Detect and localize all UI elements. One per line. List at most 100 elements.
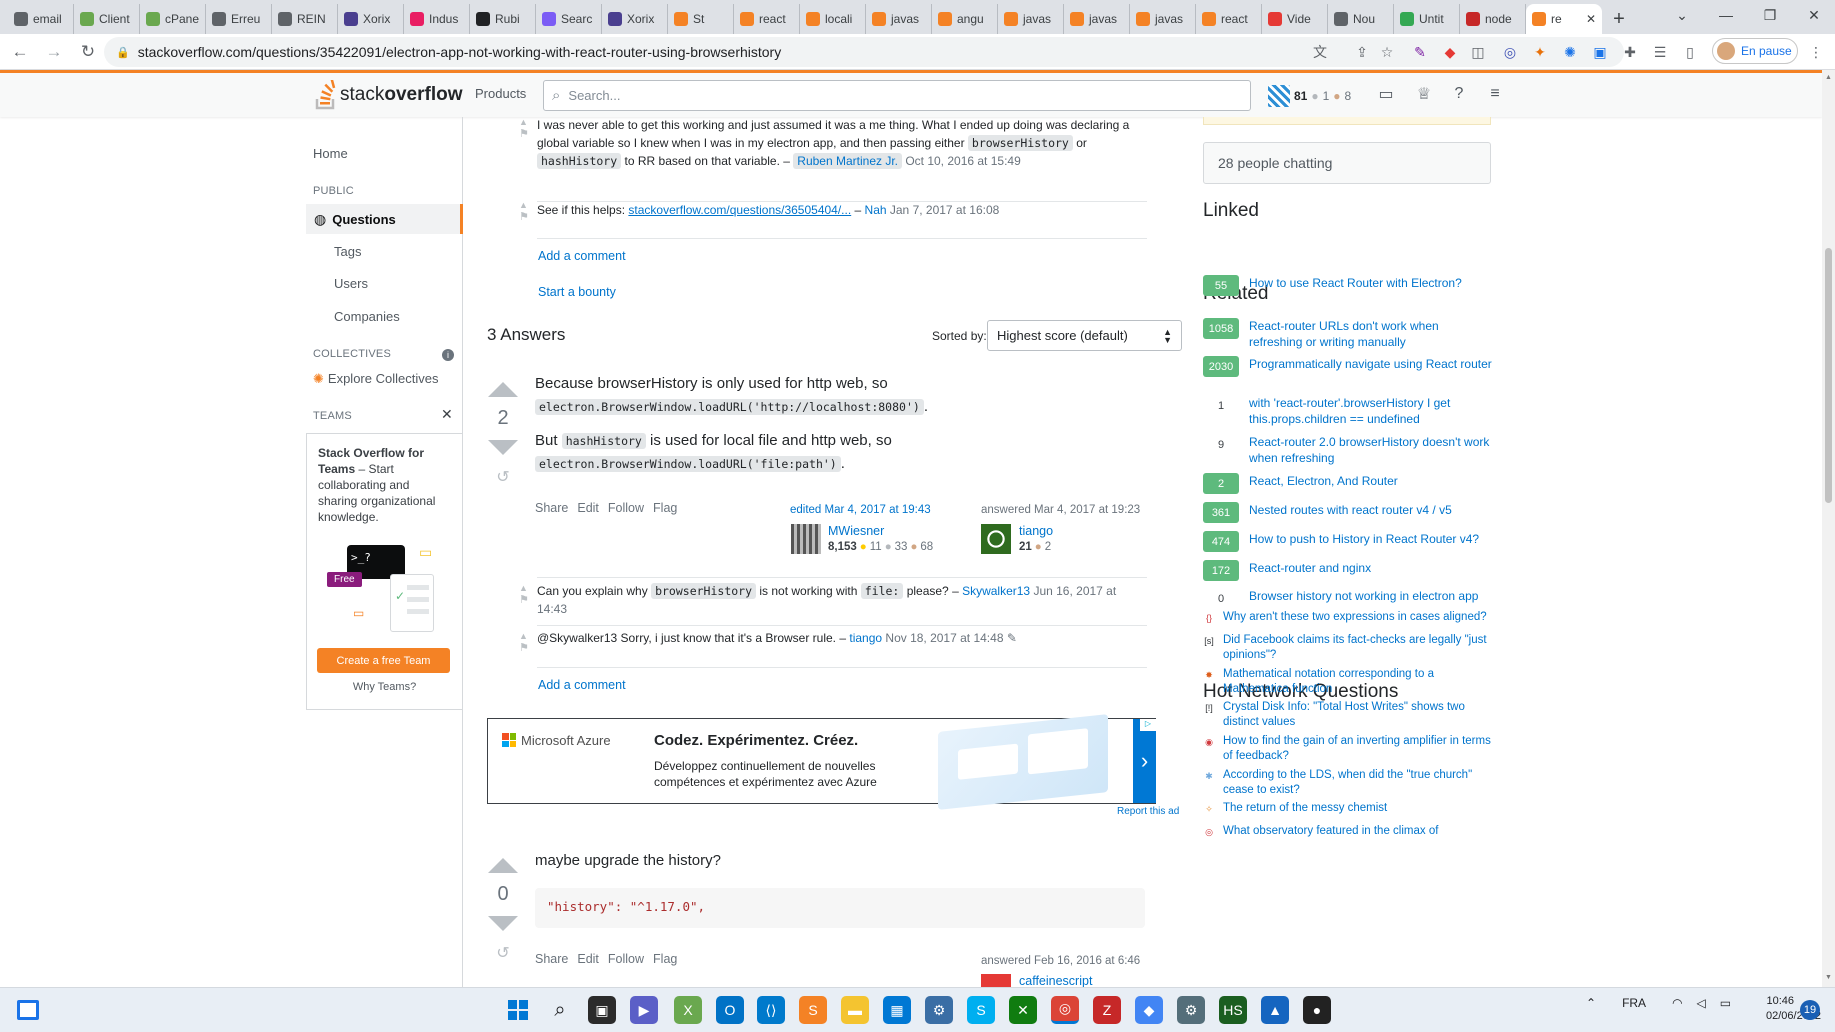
store-icon[interactable]: ▦ [883,996,911,1024]
achievements-trophy-icon[interactable]: ♕ [1413,83,1435,105]
hot-question-item[interactable]: ✱ According to the LDS, when did the "tru… [1203,768,1493,798]
browser-tab[interactable]: Vide [1262,4,1328,34]
help-icon[interactable]: ? [1448,83,1470,105]
question-link-item[interactable]: 1 with 'react-router'.browserHistory I ge… [1203,395,1493,427]
question-link[interactable]: Browser history not working in electron … [1249,588,1478,609]
author-name[interactable]: tiango [1019,524,1053,538]
bookmark-star-icon[interactable]: ☆ [1377,42,1397,62]
browser-tab[interactable]: Client [74,4,140,34]
sublime-icon[interactable]: S [799,996,827,1024]
user-reputation[interactable]: 81 ● 1 ● 8 [1268,85,1351,107]
nav-questions[interactable]: ◍ Questions [306,204,463,234]
reload-button[interactable]: ↻ [74,38,102,66]
close-teams-icon[interactable]: ✕ [441,406,453,423]
tab-search-icon[interactable]: ⌄ [1660,0,1704,30]
extension-badge-icon[interactable]: ◆ [1440,42,1460,62]
vscode-icon[interactable]: ⟨⟩ [757,996,785,1024]
skype-icon[interactable]: S [967,996,995,1024]
browser-tab[interactable]: email [8,4,74,34]
extension-gear-icon[interactable]: ✺ [1560,42,1580,62]
tray-chevron-icon[interactable]: ⌃ [1586,996,1596,1010]
editor-avatar[interactable] [791,524,821,554]
downvote-icon[interactable] [488,440,518,455]
question-link[interactable]: React-router URLs don't work when refres… [1249,318,1493,350]
chrome-icon[interactable]: ◎ [1051,996,1079,1024]
hot-question-item[interactable]: [!] Crystal Disk Info: "Total Host Writes… [1203,700,1493,730]
hot-question-link[interactable]: Crystal Disk Info: "Total Host Writes" s… [1223,700,1493,730]
question-link[interactable]: with 'react-router'.browserHistory I get… [1249,395,1493,427]
minimize-button[interactable]: — [1704,0,1748,30]
question-link-item[interactable]: 172 React-router and nginx [1203,560,1493,581]
comment-user-link[interactable]: tiango [849,631,882,645]
hot-question-link[interactable]: Mathematical notation corresponding to a… [1223,667,1493,697]
extensions-puzzle-icon[interactable]: ✚ [1620,42,1640,62]
translate-icon[interactable]: 文 [1310,42,1330,62]
start-bounty-link[interactable]: Start a bounty [538,285,616,299]
browser-tab[interactable]: react [734,4,800,34]
hot-question-link[interactable]: What observatory featured in the climax … [1223,824,1438,839]
hot-question-item[interactable]: [s] Did Facebook claims its fact-checks a… [1203,633,1493,663]
follow-link[interactable]: Follow [608,501,644,515]
hot-question-item[interactable]: ✧ The return of the messy chemist [1203,801,1493,816]
stackoverflow-logo[interactable]: stack overflow [314,80,462,110]
forward-button[interactable]: → [40,38,68,66]
azure-ad[interactable]: Microsoft Azure Codez. Expérimentez. Cré… [487,714,1156,810]
history-icon[interactable]: ↺ [483,943,523,963]
comment-date[interactable]: Nov 18, 2017 at 14:48 [882,631,1003,645]
question-link[interactable]: Programmatically navigate using React ro… [1249,356,1492,377]
create-free-team-button[interactable]: Create a free Team [317,648,450,673]
side-panel-icon[interactable]: ▯ [1680,42,1700,62]
browser-menu-icon[interactable]: ⋮ [1806,42,1826,62]
wifi-icon[interactable]: ◠ [1672,996,1682,1010]
volume-icon[interactable]: ◁ [1697,996,1706,1010]
nav-explore-collectives[interactable]: ✺ Explore Collectives [313,371,470,387]
sort-select[interactable]: Highest score (default) ▲ ▼ [987,320,1182,351]
hot-question-item[interactable]: ✸ Mathematical notation corresponding to … [1203,667,1493,697]
flag-link[interactable]: Flag [653,952,677,966]
collectives-info-icon[interactable]: i [442,349,454,361]
comment-link[interactable]: stackoverflow.com/questions/36505404/... [628,203,851,217]
extension-pen-icon[interactable]: ✎ [1410,42,1430,62]
extension-camera-icon[interactable]: ◫ [1468,42,1488,62]
browser-tab[interactable]: javas [1130,4,1196,34]
restore-button[interactable]: ❐ [1748,0,1792,30]
settings-icon[interactable]: ⚙ [1177,996,1205,1024]
browser-tab[interactable]: cPane [140,4,206,34]
edited-timestamp[interactable]: edited Mar 4, 2017 at 19:43 [790,504,931,516]
comment-date[interactable]: Oct 10, 2016 at 15:49 [902,154,1020,168]
author-avatar[interactable] [981,974,1011,987]
hot-question-link[interactable]: How to find the gain of an inverting amp… [1223,734,1493,764]
profile-button[interactable]: En pause [1712,38,1798,64]
browser-tab[interactable]: REIN [272,4,338,34]
scrollbar-thumb[interactable] [1825,248,1832,503]
spreadsheet-app-icon[interactable]: X [674,996,702,1024]
notification-count[interactable]: 19 [1800,1000,1820,1020]
comment-upvote-icon[interactable]: ▲ ⚑ [519,200,533,223]
page-scrollbar[interactable]: ▲ ▼ [1822,70,1835,987]
question-link-item[interactable]: 2 React, Electron, And Router [1203,473,1493,494]
browser-tab[interactable]: node [1460,4,1526,34]
tab-close-icon[interactable]: ✕ [1586,12,1596,26]
back-button[interactable]: ← [6,38,34,66]
flag-link[interactable]: Flag [653,501,677,515]
widgets-icon[interactable] [14,996,42,1024]
comment-user-link[interactable]: Skywalker13 [962,584,1030,598]
browser-tab[interactable]: Xorix [338,4,404,34]
author-name[interactable]: caffeinescript [1019,974,1092,987]
windows-start-icon[interactable] [504,996,532,1024]
browser-tab[interactable]: javas [1064,4,1130,34]
reading-list-icon[interactable]: ☰ [1650,42,1670,62]
question-link-item[interactable]: 474 How to push to History in React Route… [1203,531,1493,552]
hot-question-item[interactable]: {} Why aren't these two expressions in ca… [1203,610,1493,625]
comment-date[interactable]: Jan 7, 2017 at 16:08 [887,203,999,217]
adchoices-icon[interactable]: ▷ [1140,719,1156,731]
inbox-icon[interactable]: ▭ [1375,83,1397,105]
close-window-button[interactable]: ✕ [1792,0,1835,30]
downvote-icon[interactable] [488,916,518,931]
hot-question-link[interactable]: According to the LDS, when did the "true… [1223,768,1493,798]
search-icon[interactable]: ⌕ [546,996,574,1024]
share-link[interactable]: Share [535,501,568,515]
hot-question-link[interactable]: The return of the messy chemist [1223,801,1387,816]
comment-upvote-icon[interactable]: ▲ ⚑ [519,631,533,654]
browser-tab[interactable]: Nou [1328,4,1394,34]
